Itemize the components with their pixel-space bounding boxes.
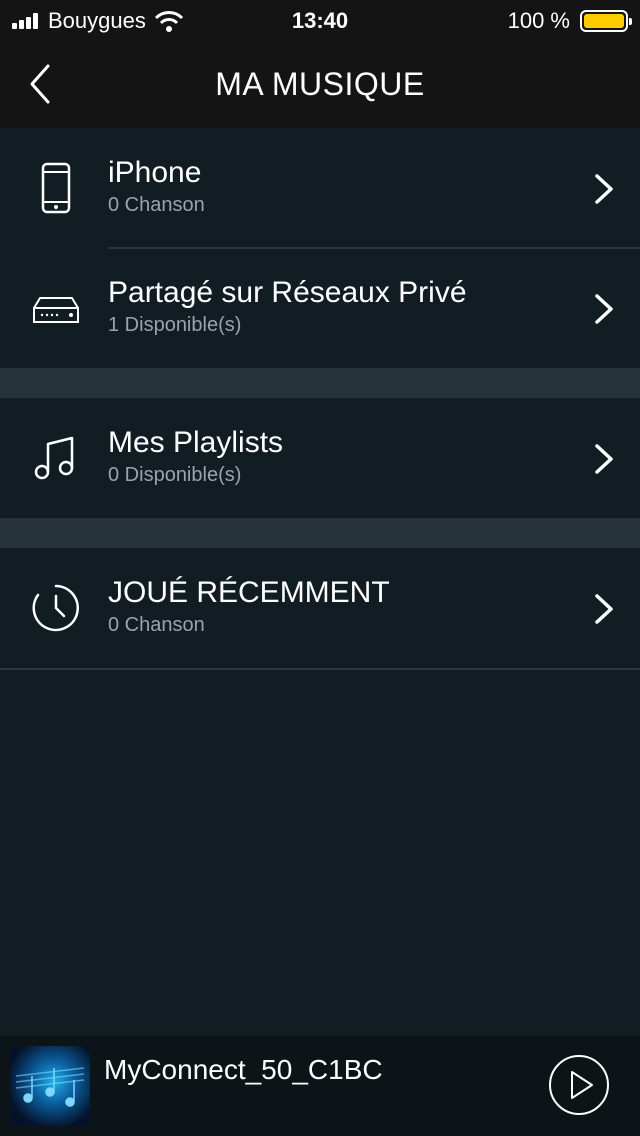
- play-icon: [549, 1055, 609, 1115]
- status-right: 100 %: [507, 8, 632, 34]
- list-item-subtitle: 0 Chanson: [108, 614, 205, 636]
- phone-icon: [41, 162, 71, 214]
- battery-icon: [580, 10, 632, 32]
- music-note-icon: [34, 436, 74, 480]
- section-separator: [0, 518, 640, 548]
- network-device-icon: [33, 297, 79, 323]
- status-bar: Bouygues 13:40 100 %: [0, 0, 640, 40]
- list-bottom-divider: [0, 668, 640, 670]
- list-item-shared-network[interactable]: Partagé sur Réseaux Privé 1 Disponible(s…: [0, 248, 640, 368]
- battery-percent: 100 %: [507, 8, 570, 33]
- list-item-playlists[interactable]: Mes Playlists 0 Disponible(s): [0, 398, 640, 518]
- sources-section: iPhone 0 Chanson Partagé sur Réseaux Pri…: [0, 128, 640, 368]
- play-button[interactable]: [548, 1054, 610, 1116]
- list-item-title: iPhone: [108, 156, 202, 189]
- list-item-subtitle: 1 Disponible(s): [108, 314, 242, 336]
- page-title: MA MUSIQUE: [215, 66, 425, 102]
- nav-bar: MA MUSIQUE: [0, 40, 640, 128]
- music-notes-artwork-icon: [15, 1067, 85, 1107]
- list-item-title: JOUÉ RÉCEMMENT: [108, 576, 390, 609]
- album-artwork: [10, 1046, 90, 1126]
- mini-player[interactable]: MyConnect_50_C1BC: [0, 1036, 640, 1136]
- chevron-right-icon: [595, 444, 613, 474]
- list-item-subtitle: 0 Disponible(s): [108, 464, 242, 486]
- chevron-right-icon: [595, 594, 613, 624]
- chevron-right-icon: [595, 174, 613, 204]
- list-item-iphone[interactable]: iPhone 0 Chanson: [0, 128, 640, 248]
- section-separator: [0, 368, 640, 398]
- list-item-recently-played[interactable]: JOUÉ RÉCEMMENT 0 Chanson: [0, 548, 640, 668]
- list-item-subtitle: 0 Chanson: [108, 194, 205, 216]
- clock-icon: [32, 584, 79, 632]
- player-device-name: MyConnect_50_C1BC: [104, 1054, 383, 1085]
- list-item-title: Mes Playlists: [108, 426, 284, 459]
- recent-section: JOUÉ RÉCEMMENT 0 Chanson: [0, 548, 640, 668]
- list-item-title: Partagé sur Réseaux Privé: [108, 276, 467, 309]
- playlists-section: Mes Playlists 0 Disponible(s): [0, 398, 640, 518]
- chevron-right-icon: [595, 294, 613, 324]
